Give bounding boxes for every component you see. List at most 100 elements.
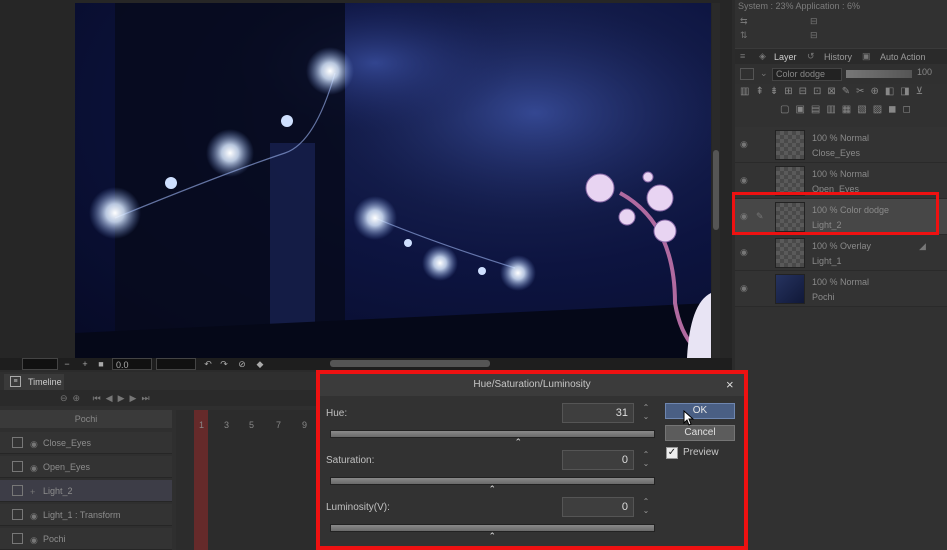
layer-color-swatch[interactable] <box>740 68 754 80</box>
eye-icon[interactable]: ◉ <box>740 139 748 150</box>
eye-icon[interactable]: ◉ <box>740 283 748 294</box>
luminosity-slider-caret[interactable]: ⌃ <box>489 532 497 541</box>
layer-icon: ◈ <box>759 51 766 61</box>
hue-slider-caret[interactable]: ⌃ <box>515 438 523 447</box>
horizontal-guide-icon[interactable]: ⊟ <box>810 16 818 27</box>
flip-vertical-icon[interactable]: ⇅ <box>740 30 748 41</box>
frame-number: 5 <box>249 420 255 430</box>
tab-history[interactable]: History <box>824 50 852 64</box>
zoom-out-icon[interactable]: − <box>62 358 72 370</box>
rotate-left-icon[interactable]: ↶ <box>202 358 214 370</box>
chevron-down-icon[interactable]: ⌄ <box>760 68 768 79</box>
selected-layer-highlight-box <box>732 192 939 235</box>
hue-spinner-icon[interactable]: ⌃ ⌄ <box>641 403 651 423</box>
frame-number: 9 <box>302 420 308 430</box>
saturation-label: Saturation: <box>326 455 375 466</box>
layer-name: Close_Eyes <box>812 148 861 158</box>
timeline-track[interactable]: ◉ Close_Eyes <box>0 432 172 454</box>
horizontal-scroll-thumb[interactable] <box>330 360 490 367</box>
track-dot-icon: ◉ <box>30 463 38 473</box>
zoom-field[interactable]: 0.0 <box>112 358 152 370</box>
track-dot-icon: ◉ <box>30 511 38 521</box>
angle-field[interactable] <box>156 358 196 370</box>
mouse-cursor-icon <box>683 409 695 429</box>
timeline-header[interactable]: Pochi <box>0 410 172 428</box>
opacity-slider[interactable] <box>846 70 912 78</box>
rotate-right-icon[interactable]: ↷ <box>218 358 230 370</box>
eye-icon[interactable]: ◉ <box>740 175 748 186</box>
reset-rotation-icon[interactable]: ⊘ <box>236 358 248 370</box>
frame-number: 1 <box>199 420 205 430</box>
timeline-track-selected[interactable]: + Light_2 <box>0 480 172 502</box>
dialog-title: Hue/Saturation/Luminosity <box>320 374 744 396</box>
timeline-toolbar[interactable]: ⊖⊕ ⏮◀▶▶⏭ <box>0 390 320 406</box>
timeline-track[interactable]: ◉ Light_1 : Transform <box>0 504 172 526</box>
layer-mode: 100 % Overlay <box>812 241 872 251</box>
blend-mode-select[interactable]: Color dodge <box>772 68 842 81</box>
track-label: Light_1 : Transform <box>43 510 121 520</box>
frame-ruler: 1 3 5 7 9 <box>176 418 320 432</box>
preview-checkbox[interactable]: ✓ <box>666 447 678 459</box>
timeline-track[interactable]: ◉ Open_Eyes <box>0 456 172 478</box>
transform-icon: ◢ <box>919 241 926 251</box>
track-label: Open_Eyes <box>43 462 91 472</box>
flip-horizontal-icon[interactable]: ⇆ <box>740 16 748 27</box>
frame-number: 3 <box>224 420 230 430</box>
opacity-value[interactable]: 100 <box>917 67 932 77</box>
saturation-field[interactable]: 0 <box>562 450 634 470</box>
hue-label: Hue: <box>326 408 348 419</box>
flip-icon[interactable]: ◆ <box>254 358 266 370</box>
artwork-canvas[interactable] <box>75 3 711 358</box>
layer-toolbar-row-2[interactable]: ▢▣▤▥▦▧▨◼◻ <box>780 104 945 122</box>
layer-row[interactable]: ◉ 100 % Normal Close_Eyes <box>735 127 947 163</box>
hue-field[interactable]: 31 <box>562 403 634 423</box>
layer-mode: 100 % Normal <box>812 133 870 143</box>
luminosity-field[interactable]: 0 <box>562 497 634 517</box>
track-dot-icon: ◉ <box>30 439 38 449</box>
luminosity-spinner-icon[interactable]: ⌃ ⌄ <box>641 497 651 517</box>
preview-label: Preview <box>683 447 719 458</box>
folder-icon <box>12 509 23 520</box>
layer-thumbnail <box>775 130 805 160</box>
frame-number: 7 <box>276 420 282 430</box>
tab-layer[interactable]: Layer <box>774 50 797 64</box>
layer-mode: 100 % Normal <box>812 169 870 179</box>
tab-auto-action[interactable]: Auto Action <box>880 50 926 64</box>
system-usage-text: System : 23% Application : 6% <box>738 1 861 11</box>
folder-icon <box>12 485 23 496</box>
close-icon[interactable]: × <box>726 378 734 392</box>
timeline-track[interactable]: ◉ Pochi <box>0 528 172 550</box>
layer-name: Pochi <box>812 292 835 302</box>
layer-mode: 100 % Normal <box>812 277 870 287</box>
eye-icon[interactable]: ◉ <box>740 247 748 258</box>
rotation-field[interactable] <box>22 358 58 370</box>
hue-saturation-dialog <box>316 370 748 550</box>
panel-menu-icon[interactable]: ≡ <box>740 51 745 61</box>
fit-icon[interactable]: ■ <box>96 358 106 370</box>
vertical-guide-icon[interactable]: ⊟ <box>810 30 818 41</box>
layer-thumbnail <box>775 274 805 304</box>
saturation-spinner-icon[interactable]: ⌃ ⌄ <box>641 450 651 470</box>
layer-row[interactable]: ◉ 100 % Overlay Light_1 ◢ <box>735 235 947 271</box>
luminosity-label: Luminosity(V): <box>326 502 390 513</box>
timeline-icon: ≡ <box>10 376 21 387</box>
track-label: Light_2 <box>43 486 73 496</box>
layer-toolbar-row-1[interactable]: ▥⇞⇟⊞⊟⊡⊠✎✂⊕◧◨⊻ <box>740 86 945 104</box>
auto-action-icon: ▣ <box>862 51 871 61</box>
folder-icon <box>12 437 23 448</box>
cancel-button[interactable]: Cancel <box>665 425 735 441</box>
folder-icon <box>12 533 23 544</box>
layer-row[interactable]: ◉ 100 % Normal Pochi <box>735 271 947 307</box>
history-icon: ↺ <box>807 51 815 61</box>
track-dot-icon: ◉ <box>30 535 38 545</box>
hue-slider[interactable] <box>330 430 655 438</box>
track-label: Pochi <box>43 534 66 544</box>
track-plus-icon: + <box>30 487 36 497</box>
ok-button[interactable]: OK <box>665 403 735 419</box>
layer-name: Light_1 <box>812 256 842 266</box>
zoom-in-icon[interactable]: + <box>80 358 90 370</box>
folder-icon <box>12 461 23 472</box>
saturation-slider-caret[interactable]: ⌃ <box>489 485 497 494</box>
vertical-scroll-thumb[interactable] <box>713 150 719 230</box>
track-label: Close_Eyes <box>43 438 92 448</box>
